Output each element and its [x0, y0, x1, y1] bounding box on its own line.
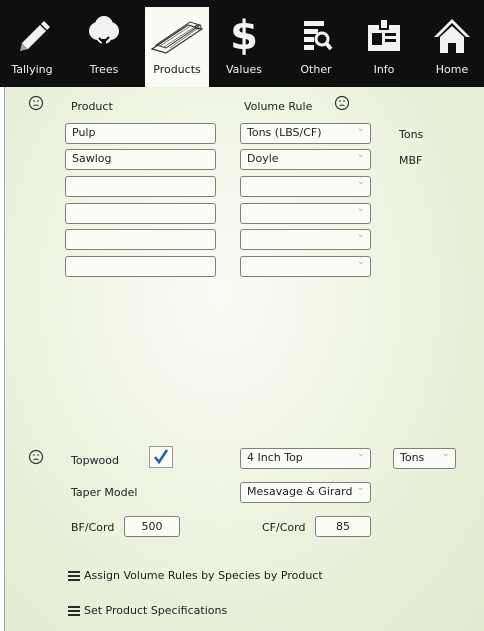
menu-icon	[68, 605, 80, 616]
cf-per-cord-input[interactable]: 85	[315, 516, 371, 537]
id-card-icon	[352, 13, 416, 57]
assign-volume-rules-link[interactable]: Assign Volume Rules by Species by Produc…	[68, 569, 323, 582]
tab-products-label: Products	[153, 63, 201, 76]
dollar-icon: $	[212, 13, 276, 57]
topwood-checkbox[interactable]	[149, 446, 173, 468]
menu-icon	[68, 570, 80, 581]
tab-values[interactable]: $ Values	[212, 7, 276, 87]
tab-products[interactable]: Products	[145, 7, 209, 87]
tab-other[interactable]: Other	[284, 7, 348, 87]
volume-rule-select[interactable]	[240, 203, 371, 224]
tab-other-label: Other	[300, 63, 332, 76]
tab-values-label: Values	[226, 63, 262, 76]
list-search-icon	[284, 13, 348, 57]
product-column-header: Product	[71, 100, 113, 113]
tab-info-label: Info	[373, 63, 395, 76]
topwood-label: Topwood	[71, 454, 120, 467]
volume-rule-select[interactable]: Doyle	[240, 149, 371, 170]
topwood-help-face-icon[interactable]	[28, 449, 44, 465]
app-window: Tallying Trees Products $ Values Other I…	[0, 0, 484, 631]
bf-per-cord-input[interactable]: 500	[124, 516, 180, 537]
set-product-specs-link[interactable]: Set Product Specifications	[68, 604, 227, 617]
tab-tallying-label: Tallying	[11, 63, 53, 76]
tab-tallying[interactable]: Tallying	[0, 7, 64, 87]
topwood-top-select[interactable]: 4 Inch Top	[240, 448, 371, 469]
tab-trees[interactable]: Trees	[72, 7, 136, 87]
tab-home[interactable]: Home	[420, 7, 484, 87]
volume-rule-select[interactable]: Tons (LBS/CF)	[240, 123, 371, 144]
assign-volume-rules-text: Assign Volume Rules by Species by Produc…	[84, 569, 323, 582]
tree-icon	[72, 13, 136, 57]
tab-info[interactable]: Info	[352, 7, 416, 87]
product-unit-label: MBF	[399, 154, 423, 167]
products-panel: Product Volume Rule Pulp Tons (LBS/CF) T…	[4, 87, 484, 631]
topwood-unit-select[interactable]: Tons	[393, 448, 456, 469]
main-toolbar: Tallying Trees Products $ Values Other I…	[0, 0, 484, 87]
pencil-icon	[0, 13, 64, 57]
volume-rule-help-face-icon[interactable]	[334, 95, 350, 111]
tab-home-label: Home	[435, 63, 469, 76]
product-name-field[interactable]: Sawlog	[65, 149, 216, 170]
checkmark-icon	[153, 449, 169, 465]
home-icon	[420, 13, 484, 57]
bf-per-cord-label: BF/Cord	[71, 521, 115, 534]
svg-text:$: $	[230, 13, 258, 57]
volume-rule-column-header: Volume Rule	[244, 100, 313, 113]
lumber-icon	[145, 13, 209, 57]
volume-rule-select[interactable]	[240, 176, 371, 197]
help-face-icon[interactable]	[28, 95, 44, 111]
volume-rule-select[interactable]	[240, 229, 371, 250]
product-name-field[interactable]	[65, 256, 216, 277]
taper-model-select[interactable]: Mesavage & Girard	[240, 482, 371, 503]
product-name-field[interactable]	[65, 176, 216, 197]
volume-rule-select[interactable]	[240, 256, 371, 277]
taper-model-label: Taper Model	[71, 486, 138, 499]
product-name-field[interactable]	[65, 229, 216, 250]
tab-trees-label: Trees	[89, 63, 119, 76]
product-name-field[interactable]	[65, 203, 216, 224]
cf-per-cord-label: CF/Cord	[262, 521, 306, 534]
product-unit-label: Tons	[399, 128, 424, 141]
product-name-field[interactable]: Pulp	[65, 123, 216, 144]
set-product-specs-text: Set Product Specifications	[84, 604, 228, 617]
